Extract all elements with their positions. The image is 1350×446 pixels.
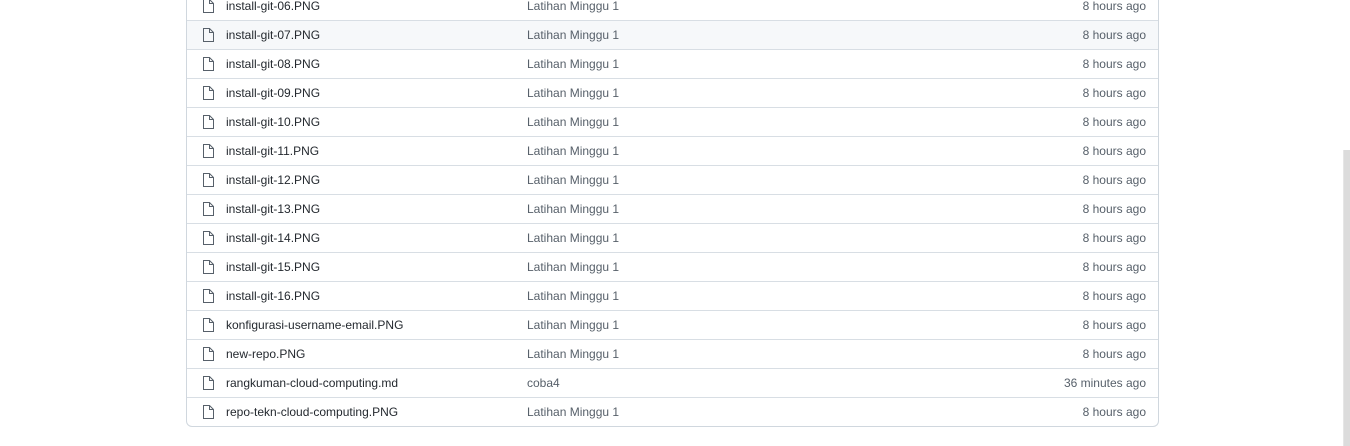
file-icon xyxy=(202,0,214,13)
commit-message-link[interactable]: Latihan Minggu 1 xyxy=(527,398,619,426)
commit-message-link[interactable]: Latihan Minggu 1 xyxy=(527,224,619,252)
commit-age: 8 hours ago xyxy=(1082,144,1146,158)
commit-age: 8 hours ago xyxy=(1082,173,1146,187)
file-name-link[interactable]: install-git-13.PNG xyxy=(226,195,320,223)
file-name-link[interactable]: install-git-16.PNG xyxy=(226,282,320,310)
commit-age: 8 hours ago xyxy=(1082,405,1146,419)
file-icon xyxy=(202,57,214,71)
commit-message-link[interactable]: Latihan Minggu 1 xyxy=(527,137,619,165)
file-row[interactable]: install-git-11.PNG Latihan Minggu 1 8 hour… xyxy=(187,136,1158,165)
file-icon xyxy=(202,86,214,100)
file-icon xyxy=(202,376,214,390)
commit-message-link[interactable]: Latihan Minggu 1 xyxy=(527,108,619,136)
commit-age: 8 hours ago xyxy=(1082,289,1146,303)
file-icon xyxy=(202,28,214,42)
commit-age: 8 hours ago xyxy=(1082,115,1146,129)
file-row[interactable]: install-git-15.PNG Latihan Minggu 1 8 hour… xyxy=(187,252,1158,281)
commit-age: 8 hours ago xyxy=(1082,260,1146,274)
commit-message-link[interactable]: Latihan Minggu 1 xyxy=(527,282,619,310)
commit-message-link[interactable]: Latihan Minggu 1 xyxy=(527,79,619,107)
commit-message-link[interactable]: Latihan Minggu 1 xyxy=(527,253,619,281)
file-row[interactable]: install-git-09.PNG Latihan Minggu 1 8 hour… xyxy=(187,78,1158,107)
commit-age: 8 hours ago xyxy=(1082,202,1146,216)
file-name-link[interactable]: install-git-14.PNG xyxy=(226,224,320,252)
scrollbar-thumb[interactable] xyxy=(1343,150,1350,446)
file-icon xyxy=(202,173,214,187)
file-icon xyxy=(202,318,214,332)
file-row[interactable]: new-repo.PNG Latihan Minggu 1 8 hours ago xyxy=(187,339,1158,368)
file-name-link[interactable]: rangkuman-cloud-computing.md xyxy=(226,369,398,397)
file-icon xyxy=(202,289,214,303)
file-row[interactable]: install-git-14.PNG Latihan Minggu 1 8 hour… xyxy=(187,223,1158,252)
file-name-link[interactable]: install-git-06.PNG xyxy=(226,0,320,20)
file-icon xyxy=(202,144,214,158)
commit-age: 8 hours ago xyxy=(1082,28,1146,42)
file-name-link[interactable]: install-git-11.PNG xyxy=(226,137,319,165)
commit-age: 8 hours ago xyxy=(1082,0,1146,13)
commit-age: 8 hours ago xyxy=(1082,347,1146,361)
file-row[interactable]: install-git-06.PNG Latihan Minggu 1 8 hour… xyxy=(187,0,1158,20)
file-icon xyxy=(202,231,214,245)
commit-message-link[interactable]: Latihan Minggu 1 xyxy=(527,21,619,49)
file-icon xyxy=(202,405,214,419)
file-row[interactable]: install-git-16.PNG Latihan Minggu 1 8 hour… xyxy=(187,281,1158,310)
file-name-link[interactable]: install-git-15.PNG xyxy=(226,253,320,281)
file-name-link[interactable]: new-repo.PNG xyxy=(226,340,305,368)
file-icon xyxy=(202,202,214,216)
commit-message-link[interactable]: Latihan Minggu 1 xyxy=(527,50,619,78)
commit-message-link[interactable]: Latihan Minggu 1 xyxy=(527,311,619,339)
commit-message-link[interactable]: coba4 xyxy=(527,369,560,397)
commit-age: 8 hours ago xyxy=(1082,57,1146,71)
file-row[interactable]: repo-tekn-cloud-computing.PNG Latihan Min… xyxy=(187,397,1158,426)
file-icon xyxy=(202,115,214,129)
file-name-link[interactable]: install-git-09.PNG xyxy=(226,79,320,107)
commit-message-link[interactable]: Latihan Minggu 1 xyxy=(527,0,619,20)
file-name-link[interactable]: install-git-12.PNG xyxy=(226,166,320,194)
file-name-link[interactable]: install-git-10.PNG xyxy=(226,108,320,136)
commit-age: 36 minutes ago xyxy=(1063,376,1146,390)
commit-age: 8 hours ago xyxy=(1082,318,1146,332)
commit-age: 8 hours ago xyxy=(1082,231,1146,245)
file-row[interactable]: install-git-12.PNG Latihan Minggu 1 8 hour… xyxy=(187,165,1158,194)
commit-message-link[interactable]: Latihan Minggu 1 xyxy=(527,195,619,223)
file-name-link[interactable]: install-git-08.PNG xyxy=(226,50,320,78)
file-row[interactable]: install-git-13.PNG Latihan Minggu 1 8 hour… xyxy=(187,194,1158,223)
file-icon xyxy=(202,347,214,361)
file-name-link[interactable]: install-git-07.PNG xyxy=(226,21,320,49)
scrollbar-track[interactable] xyxy=(1343,0,1350,446)
commit-age: 8 hours ago xyxy=(1082,86,1146,100)
file-row[interactable]: install-git-07.PNG Latihan Minggu 1 8 hour… xyxy=(187,20,1158,49)
file-name-link[interactable]: konfigurasi-username-email.PNG xyxy=(226,311,403,339)
file-icon xyxy=(202,260,214,274)
file-row[interactable]: install-git-10.PNG Latihan Minggu 1 8 hour… xyxy=(187,107,1158,136)
file-list: install-git-06.PNG Latihan Minggu 1 8 hour… xyxy=(186,0,1159,427)
file-row[interactable]: install-git-08.PNG Latihan Minggu 1 8 hour… xyxy=(187,49,1158,78)
file-name-link[interactable]: repo-tekn-cloud-computing.PNG xyxy=(226,398,398,426)
file-row[interactable]: konfigurasi-username-email.PNG Latihan Mi… xyxy=(187,310,1158,339)
commit-message-link[interactable]: Latihan Minggu 1 xyxy=(527,166,619,194)
file-row[interactable]: rangkuman-cloud-computing.md coba4 36 minu… xyxy=(187,368,1158,397)
page: install-git-06.PNG Latihan Minggu 1 8 hour… xyxy=(0,0,1350,446)
commit-message-link[interactable]: Latihan Minggu 1 xyxy=(527,340,619,368)
